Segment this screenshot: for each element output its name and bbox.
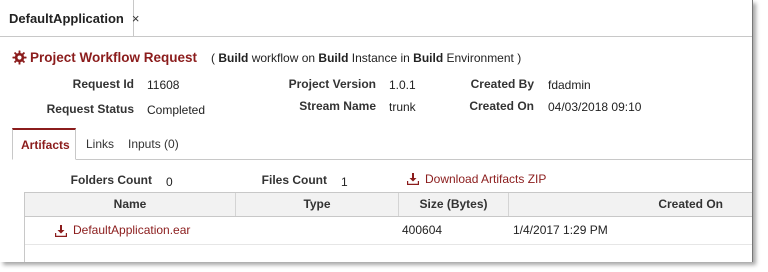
request-status-value: Completed (147, 103, 206, 117)
page-subtitle: ( Build workflow on Build Instance in Bu… (211, 50, 522, 65)
file-name-link[interactable]: DefaultApplication.ear (73, 217, 190, 244)
page-header: Project Workflow Request ( Build workflo… (12, 50, 521, 65)
tab-default-application[interactable]: DefaultApplication × (0, 0, 139, 36)
document-tab-bar: DefaultApplication × (0, 0, 752, 37)
table-row[interactable]: DefaultApplication.ear 400604 1/4/2017 1… (25, 217, 752, 245)
column-header-type[interactable]: Type (236, 193, 399, 216)
file-type-cell (243, 217, 393, 244)
created-by-value: fdadmin (548, 78, 591, 92)
tab-artifacts[interactable]: Artifacts (12, 128, 76, 160)
project-version-label: Project Version (288, 77, 376, 91)
created-on-value: 04/03/2018 09:10 (548, 100, 642, 114)
project-version-value: 1.0.1 (389, 78, 416, 92)
download-icon (55, 224, 67, 237)
tab-label: DefaultApplication (9, 10, 124, 26)
file-name-cell[interactable]: DefaultApplication.ear (55, 217, 235, 244)
close-icon[interactable]: × (132, 11, 140, 26)
tab-inputs[interactable]: Inputs (0) (128, 128, 179, 159)
file-size-cell: 400604 (402, 223, 443, 237)
table-header: Name Type Size (Bytes) Created On (25, 193, 752, 217)
artifacts-table: Name Type Size (Bytes) Created On Defaul… (24, 192, 752, 262)
download-artifacts-zip-link[interactable]: Download Artifacts ZIP (407, 172, 546, 186)
download-artifacts-zip-label: Download Artifacts ZIP (425, 172, 547, 186)
column-header-created-on[interactable]: Created On (509, 193, 752, 216)
folders-count-label: Folders Count (70, 173, 152, 187)
files-count-value: 1 (341, 175, 348, 189)
files-count-label: Files Count (261, 173, 327, 187)
column-header-size[interactable]: Size (Bytes) (399, 193, 509, 216)
request-id-label: Request Id (72, 77, 134, 91)
file-created-on-cell: 1/4/2017 1:29 PM (513, 223, 608, 237)
request-id-value: 11608 (147, 78, 180, 92)
request-status-label: Request Status (46, 102, 134, 116)
download-icon (407, 173, 419, 185)
request-tabs: Artifacts Links Inputs (0) (12, 128, 752, 160)
workflow-request-panel: DefaultApplication × Project Workflow Re… (0, 0, 753, 262)
tab-links[interactable]: Links (86, 128, 114, 159)
stream-name-value: trunk (389, 100, 416, 114)
gear-icon (12, 50, 27, 65)
created-on-label: Created On (469, 99, 534, 113)
created-by-label: Created By (470, 77, 534, 91)
column-header-name[interactable]: Name (25, 193, 236, 216)
folders-count-value: 0 (166, 175, 173, 189)
page-title: Project Workflow Request (30, 50, 198, 65)
stream-name-label: Stream Name (299, 99, 376, 113)
